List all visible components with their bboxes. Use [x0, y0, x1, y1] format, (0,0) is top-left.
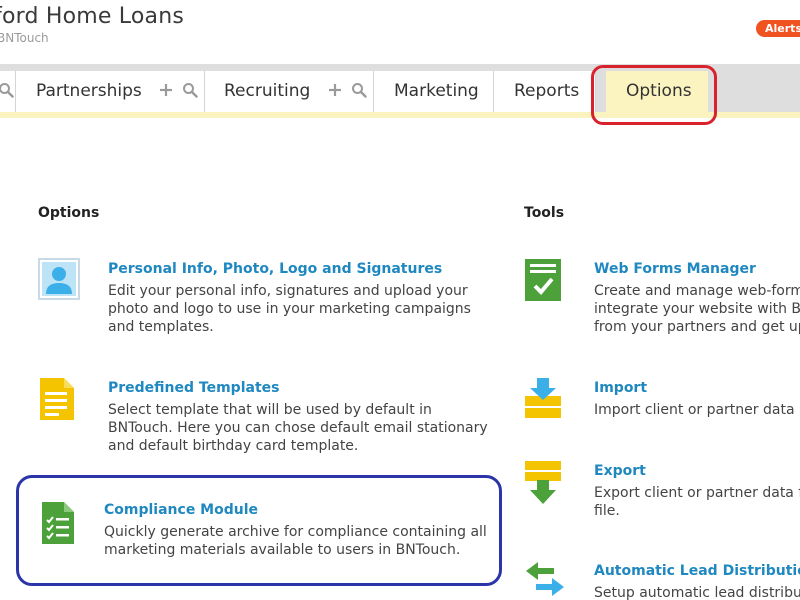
description-line: photo and logo to use in your marketing … — [108, 301, 471, 317]
checklist-document-icon — [40, 500, 76, 550]
tab-label: Reports — [514, 81, 580, 101]
tab-contacts-partial[interactable] — [0, 71, 16, 112]
tool-title[interactable]: Web Forms Manager — [594, 261, 756, 277]
product-name: BNTouch — [0, 31, 49, 45]
search-icon[interactable] — [351, 82, 367, 98]
tab-options[interactable]: Options — [606, 71, 708, 118]
search-icon[interactable] — [0, 82, 14, 98]
alerts-badge[interactable]: Alerts — [756, 20, 800, 37]
tab-label: Options — [626, 81, 692, 101]
description-line: Setup automatic lead distribution — [594, 585, 800, 600]
tool-description: Create and manage web-forms integrate yo… — [594, 282, 800, 336]
user-profile-icon — [38, 258, 80, 304]
description-line: and templates. — [108, 319, 214, 335]
description-line: Create and manage web-forms — [594, 283, 800, 299]
web-form-check-icon — [524, 258, 562, 306]
description-line: Import client or partner data using — [594, 402, 800, 418]
main-nav: Partnerships Recruiting Marketing Report… — [0, 64, 800, 118]
tab-label: Recruiting — [224, 81, 311, 101]
export-icon — [524, 460, 562, 512]
tab-label: Partnerships — [36, 81, 142, 101]
tab-marketing[interactable]: Marketing — [374, 71, 494, 112]
description-line: BNTouch. Here you can chose default emai… — [108, 420, 488, 436]
option-title[interactable]: Compliance Module — [104, 502, 258, 518]
description-line: Export client or partner data from — [594, 485, 800, 501]
tab-recruiting[interactable]: Recruiting — [205, 71, 374, 112]
import-icon — [524, 378, 562, 424]
description-line: and default birthday card template. — [108, 438, 359, 454]
tool-description: Export client or partner data from file. — [594, 484, 800, 520]
tab-partnerships[interactable]: Partnerships — [16, 71, 205, 112]
description-line: file. — [594, 503, 620, 519]
description-line: Select template that will be used by def… — [108, 402, 432, 418]
search-icon[interactable] — [182, 82, 198, 98]
lead-distribution-arrows-icon — [524, 560, 566, 600]
option-description: Quickly generate archive for compliance … — [104, 523, 487, 559]
tool-title[interactable]: Export — [594, 463, 646, 479]
plus-icon[interactable] — [158, 82, 174, 98]
option-title[interactable]: Predefined Templates — [108, 380, 279, 396]
tool-description: Setup automatic lead distribution — [594, 584, 800, 600]
description-line: from your partners and get up — [594, 319, 800, 335]
description-line: Quickly generate archive for compliance … — [104, 524, 487, 540]
option-description: Select template that will be used by def… — [108, 401, 488, 455]
plus-icon[interactable] — [327, 82, 343, 98]
tool-title[interactable]: Import — [594, 380, 647, 396]
tool-description: Import client or partner data using — [594, 401, 800, 419]
app-window: ford Home Loans BNTouch Alerts Partnersh… — [0, 0, 800, 600]
option-description: Edit your personal info, signatures and … — [108, 282, 471, 336]
app-header: ford Home Loans BNTouch Alerts — [0, 0, 800, 60]
description-line: marketing materials available to users i… — [104, 542, 461, 558]
company-name: ford Home Loans — [0, 4, 184, 29]
tab-reports[interactable]: Reports — [494, 71, 596, 112]
tool-title[interactable]: Automatic Lead Distribution — [594, 563, 800, 579]
tools-heading: Tools — [524, 205, 565, 221]
options-heading: Options — [38, 205, 100, 221]
description-line: integrate your website with BNTouch — [594, 301, 800, 317]
option-title[interactable]: Personal Info, Photo, Logo and Signature… — [108, 261, 442, 277]
tab-label: Marketing — [394, 81, 479, 101]
document-template-icon — [38, 376, 76, 426]
description-line: Edit your personal info, signatures and … — [108, 283, 468, 299]
